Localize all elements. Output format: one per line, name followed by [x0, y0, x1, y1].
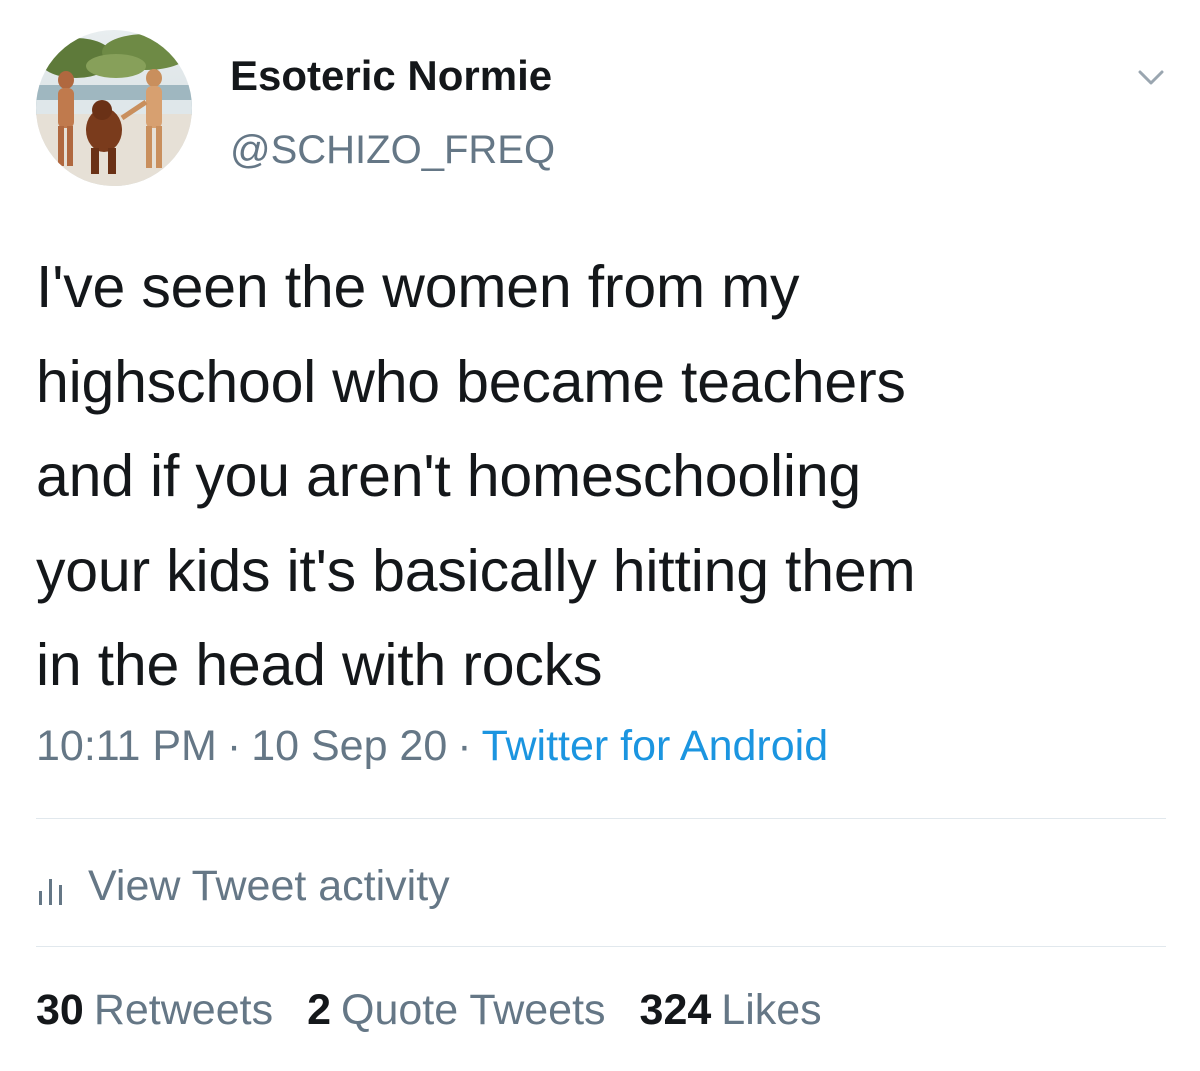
tweet-source-link[interactable]: Twitter for Android: [482, 722, 829, 770]
tweet-detail: Esoteric Normie @SCHIZO_FREQ I've seen t…: [0, 0, 1200, 1071]
author-display-name[interactable]: Esoteric Normie: [230, 52, 552, 100]
retweets-stat[interactable]: 30 Retweets: [36, 986, 273, 1035]
likes-stat[interactable]: 324 Likes: [640, 986, 822, 1035]
retweets-label: Retweets: [93, 986, 274, 1034]
divider: [36, 818, 1166, 819]
view-tweet-activity-label: View Tweet activity: [88, 861, 450, 910]
tweet-stats: 30 Retweets 2 Quote Tweets 324 Likes: [36, 986, 856, 1035]
quote-tweets-count: 2: [307, 986, 332, 1034]
retweets-count: 30: [36, 986, 84, 1034]
divider: [36, 946, 1166, 947]
likes-count: 324: [639, 986, 712, 1034]
quote-tweets-stat[interactable]: 2 Quote Tweets: [307, 986, 605, 1035]
bar-chart-icon: [39, 879, 62, 905]
tweet-text: I've seen the women from my highschool w…: [36, 254, 916, 698]
meta-separator: ·: [226, 722, 242, 770]
more-options-chevron-down-icon[interactable]: [1134, 60, 1168, 94]
beach-photo-avatar-icon: [36, 30, 192, 186]
tweet-meta: 10:11 PM · 10 Sep 20 · Twitter for Android: [36, 722, 828, 771]
likes-label: Likes: [721, 986, 822, 1034]
avatar[interactable]: [36, 30, 192, 186]
author-handle[interactable]: @SCHIZO_FREQ: [230, 128, 555, 173]
tweet-date[interactable]: 10 Sep 20: [251, 722, 447, 770]
tweet-time[interactable]: 10:11 PM: [36, 722, 217, 770]
meta-separator: ·: [457, 722, 472, 770]
quote-tweets-label: Quote Tweets: [341, 986, 606, 1034]
view-tweet-activity-button[interactable]: View Tweet activity: [36, 856, 450, 916]
